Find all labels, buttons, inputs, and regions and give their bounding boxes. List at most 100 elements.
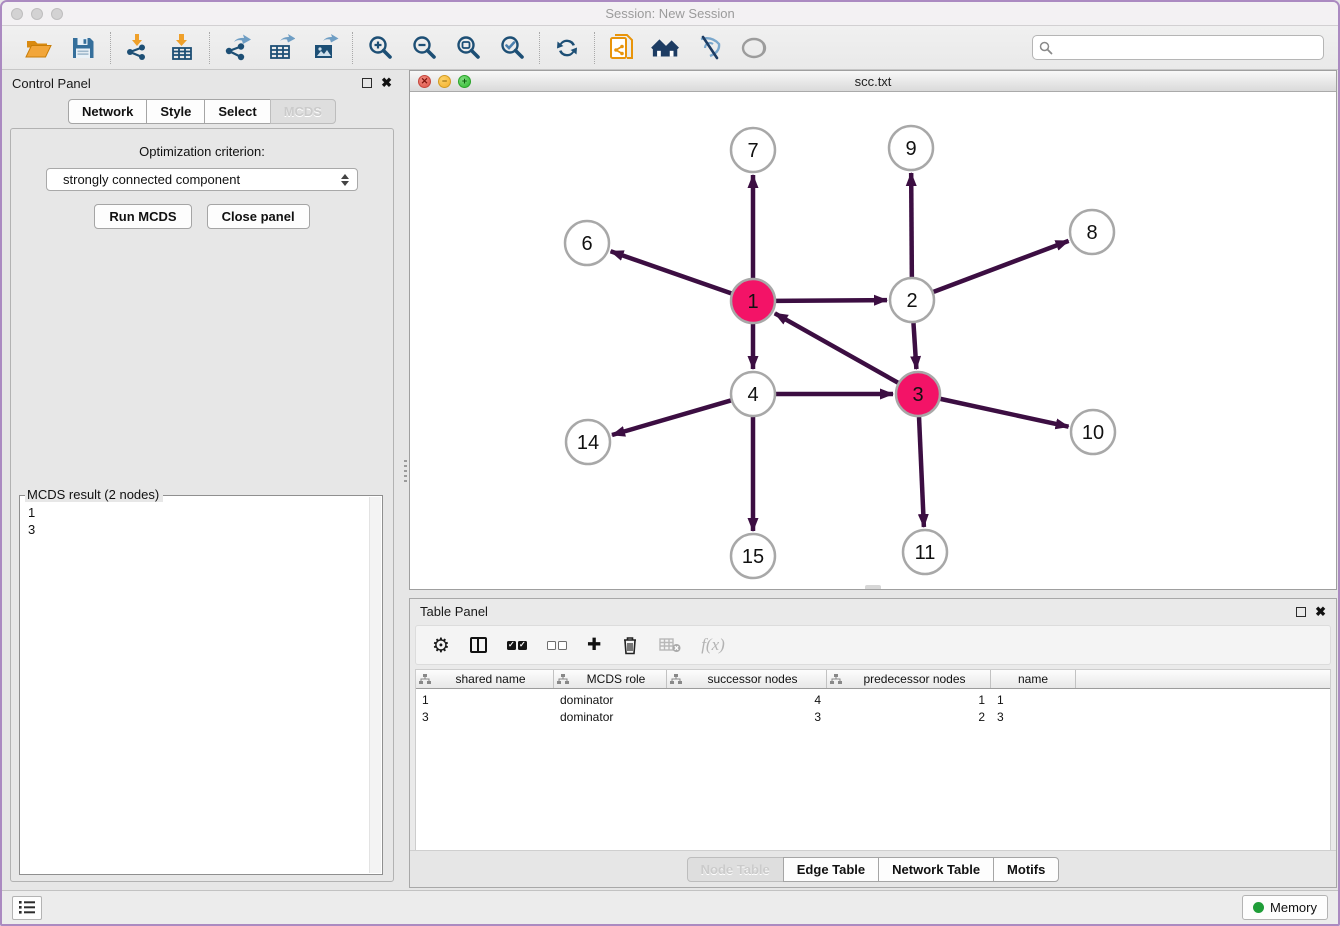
graph-node-8[interactable]: 8 <box>1070 210 1114 254</box>
column-type-icon <box>830 674 842 685</box>
column-header-name[interactable]: name <box>991 670 1076 688</box>
hide-panels-icon[interactable] <box>695 33 725 63</box>
import-network-icon[interactable] <box>123 33 153 63</box>
table-options-gear-icon[interactable]: ⚙ <box>432 633 450 657</box>
control-panel-title: Control Panel <box>12 76 91 91</box>
network-view-window: ✕ − + scc.txt 7 9 6 8 1 2 4 3 14 10 15 11 <box>409 70 1337 590</box>
network-close-button[interactable]: ✕ <box>418 75 431 88</box>
graph-edge-2-8[interactable] <box>934 241 1069 292</box>
export-table-icon[interactable] <box>266 33 296 63</box>
table-header-row: shared name MCDS role successor nodes <box>416 670 1330 689</box>
open-file-icon[interactable] <box>24 33 54 63</box>
delete-column-icon[interactable] <box>621 633 639 657</box>
result-scrollbar[interactable] <box>369 497 381 873</box>
close-panel-button[interactable]: Close panel <box>207 204 310 229</box>
tab-style[interactable]: Style <box>146 99 205 124</box>
graph-edge-3-10[interactable] <box>940 399 1068 427</box>
deselect-all-icon[interactable] <box>547 633 567 657</box>
export-network-icon[interactable] <box>222 33 252 63</box>
clone-network-icon[interactable] <box>607 33 637 63</box>
run-mcds-button[interactable]: Run MCDS <box>94 204 191 229</box>
search-input[interactable] <box>1058 40 1317 55</box>
graph-node-4[interactable]: 4 <box>731 372 775 416</box>
select-all-icon[interactable] <box>507 633 527 657</box>
graph-node-7[interactable]: 7 <box>731 128 775 172</box>
graph-edge-1-6[interactable] <box>611 251 732 293</box>
graph-node-label: 7 <box>747 140 758 162</box>
graph-node-11[interactable]: 11 <box>903 530 947 574</box>
canvas-resize-handle[interactable] <box>865 585 881 589</box>
graph-node-label: 15 <box>742 546 764 568</box>
column-type-icon <box>557 674 569 685</box>
graph-node-6[interactable]: 6 <box>565 221 609 265</box>
function-builder-icon[interactable]: f(x) <box>701 633 725 657</box>
graph-edge-4-14[interactable] <box>612 400 731 435</box>
graph-node-3[interactable]: 3 <box>896 372 940 416</box>
optimization-criterion-label: Optimization criterion: <box>139 144 265 159</box>
graph-node-2[interactable]: 2 <box>890 278 934 322</box>
network-graph: 7 9 6 8 1 2 4 3 14 10 15 11 <box>410 92 1336 589</box>
delete-table-icon[interactable] <box>659 633 681 657</box>
float-table-panel-icon[interactable] <box>1296 607 1306 617</box>
mcds-result-list: 1 3 <box>20 496 382 538</box>
column-header-mcds-role[interactable]: MCDS role <box>554 670 667 688</box>
tab-node-table[interactable]: Node Table <box>687 857 784 882</box>
tab-motifs[interactable]: Motifs <box>993 857 1059 882</box>
zoom-out-icon[interactable] <box>409 33 439 63</box>
close-table-panel-icon[interactable]: ✖ <box>1315 607 1326 617</box>
export-image-icon[interactable] <box>310 33 340 63</box>
network-overview-icon[interactable] <box>651 33 681 63</box>
graph-edge-1-2[interactable] <box>776 300 887 301</box>
zoom-fit-icon[interactable] <box>453 33 483 63</box>
search-area <box>1032 35 1324 60</box>
network-canvas[interactable]: 7 9 6 8 1 2 4 3 14 10 15 11 <box>410 92 1336 589</box>
tab-network-table[interactable]: Network Table <box>878 857 994 882</box>
graph-edge-2-3[interactable] <box>913 323 916 369</box>
graph-edge-3-11[interactable] <box>919 417 924 527</box>
refresh-icon[interactable] <box>552 33 582 63</box>
zoom-in-icon[interactable] <box>365 33 395 63</box>
column-header-successor-nodes[interactable]: successor nodes <box>667 670 827 688</box>
save-session-icon[interactable] <box>68 33 98 63</box>
graph-edge-2-9[interactable] <box>911 173 912 277</box>
zoom-selected-icon[interactable] <box>497 33 527 63</box>
graph-node-15[interactable]: 15 <box>731 534 775 578</box>
network-maximize-button[interactable]: + <box>458 75 471 88</box>
control-panel-tabs: Network Style Select MCDS <box>2 96 402 128</box>
panel-splitter[interactable] <box>402 70 409 890</box>
graph-edge-3-1[interactable] <box>775 313 898 382</box>
optimization-criterion-select[interactable]: strongly connected component <box>46 168 358 191</box>
session-title: Session: New Session <box>2 6 1338 21</box>
selected-criterion: strongly connected component <box>63 172 341 187</box>
table-row[interactable]: 1 dominator 4 1 1 <box>416 693 1330 709</box>
table-body: 1 dominator 4 1 1 3 dominator 3 2 3 <box>416 689 1330 850</box>
table-row[interactable]: 3 dominator 3 2 3 <box>416 710 1330 726</box>
show-panels-icon[interactable] <box>739 33 769 63</box>
control-panel: Control Panel ✖ Network Style Select MCD… <box>2 70 402 890</box>
float-panel-icon[interactable] <box>362 78 372 88</box>
tab-select[interactable]: Select <box>204 99 270 124</box>
network-window-titlebar[interactable]: ✕ − + scc.txt <box>410 71 1336 92</box>
close-panel-icon[interactable]: ✖ <box>381 78 392 88</box>
graph-node-9[interactable]: 9 <box>889 126 933 170</box>
column-header-predecessor-nodes[interactable]: predecessor nodes <box>827 670 991 688</box>
task-history-button[interactable] <box>12 896 42 920</box>
add-column-icon[interactable]: ✚ <box>587 633 601 657</box>
memory-button[interactable]: Memory <box>1242 895 1328 920</box>
show-columns-icon[interactable] <box>470 633 487 657</box>
search-field[interactable] <box>1032 35 1324 60</box>
tab-network[interactable]: Network <box>68 99 147 124</box>
tab-mcds[interactable]: MCDS <box>270 99 336 124</box>
graph-node-label: 9 <box>905 138 916 160</box>
graph-node-label: 2 <box>906 290 917 312</box>
column-type-icon <box>670 674 682 685</box>
column-header-shared-name[interactable]: shared name <box>416 670 554 688</box>
graph-node-14[interactable]: 14 <box>566 420 610 464</box>
import-table-icon[interactable] <box>167 33 197 63</box>
network-minimize-button[interactable]: − <box>438 75 451 88</box>
table-panel-title: Table Panel <box>420 604 488 619</box>
result-line: 3 <box>28 521 374 538</box>
graph-node-1[interactable]: 1 <box>731 279 775 323</box>
tab-edge-table[interactable]: Edge Table <box>783 857 879 882</box>
graph-node-10[interactable]: 10 <box>1071 410 1115 454</box>
